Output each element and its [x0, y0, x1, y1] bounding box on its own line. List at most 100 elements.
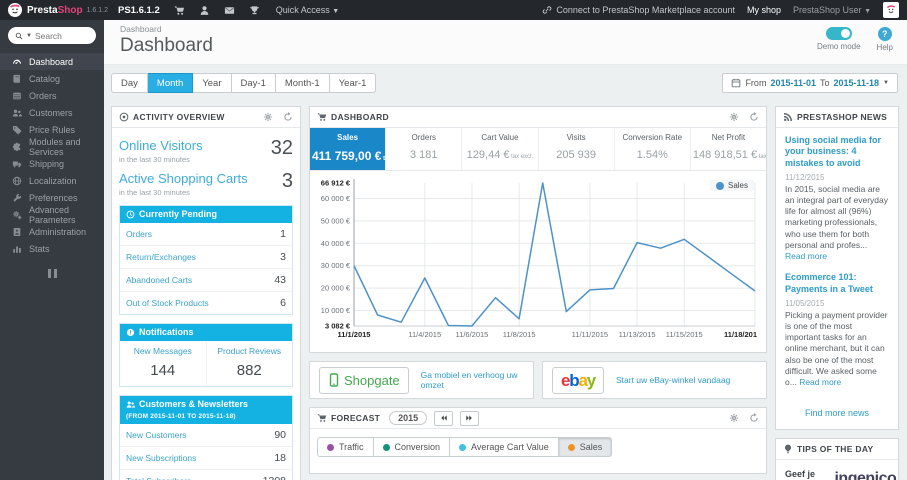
search-icon — [15, 32, 23, 40]
kpi-tab-sales[interactable]: Sales 411 759,00 € tax excl. — [310, 128, 387, 170]
forecast-toggle-sales[interactable]: Sales — [558, 437, 613, 457]
gear-icon[interactable] — [729, 112, 739, 122]
read-more-link[interactable]: Read more — [799, 377, 841, 387]
trophy-icon[interactable] — [249, 5, 260, 16]
active-carts-link[interactable]: Active Shopping Carts — [119, 171, 282, 186]
stat-link-new-customers[interactable]: New Customers — [126, 430, 186, 440]
main-content: Dashboard Dashboard Demo mode ? Help Day… — [104, 20, 907, 480]
ebay-link[interactable]: Start uw eBay-winkel vandaag — [616, 375, 730, 385]
sidebar-search[interactable]: ▼ — [8, 27, 96, 44]
sidebar-item-preferences[interactable]: Preferences — [0, 189, 104, 206]
kpi-value: 148 918,51 € tax excl. — [692, 149, 767, 161]
stat-link-total-subscribers[interactable]: Total Subscribers — [126, 476, 191, 480]
refresh-icon[interactable] — [283, 112, 293, 122]
forward-icon[interactable] — [460, 410, 480, 426]
quick-access-menu[interactable]: Quick Access ▼ — [276, 5, 339, 15]
cart-icon[interactable] — [174, 5, 185, 16]
envelope-icon[interactable] — [224, 5, 235, 16]
read-more-link[interactable]: Read more — [785, 251, 827, 261]
find-more-news-link[interactable]: Find more news — [776, 408, 898, 418]
stat-link-abandoned-carts[interactable]: Abandoned Carts — [126, 275, 192, 285]
sidebar-item-label: Advanced Parameters — [29, 204, 76, 225]
forecast-toggle-conversion[interactable]: Conversion — [373, 437, 451, 457]
sidebar-item-dashboard[interactable]: Dashboard — [0, 53, 104, 70]
forecast-toggle-average-cart-value[interactable]: Average Cart Value — [450, 437, 559, 457]
ebay-logo: ebay — [552, 366, 604, 394]
admin-badge-icon — [11, 227, 22, 237]
stat-link-new-subscriptions[interactable]: New Subscriptions — [126, 453, 196, 463]
search-input[interactable] — [34, 30, 85, 41]
sidebar-item-stats[interactable]: Stats — [0, 240, 104, 257]
kpi-tab-net-profit[interactable]: Net Profit 148 918,51 € tax excl. — [691, 128, 766, 170]
date-preset-year[interactable]: Year — [193, 73, 232, 93]
product-reviews-link[interactable]: Product Reviews — [209, 346, 291, 356]
prestashop-logo-icon — [8, 3, 22, 17]
user-menu[interactable]: PrestaShop User ▼ — [793, 5, 871, 15]
shopgate-link[interactable]: Ga mobiel en verhoog uw omzet — [421, 370, 524, 390]
clock-icon — [126, 210, 135, 219]
panel-title: FORECAST — [331, 413, 381, 423]
sidebar-item-price-rules[interactable]: Price Rules — [0, 121, 104, 138]
stat-value: 18 — [274, 452, 286, 464]
sidebar-item-modules-and-services[interactable]: Modules and Services — [0, 136, 104, 157]
sidebar-item-orders[interactable]: Orders — [0, 87, 104, 104]
svg-text:11/4/2015: 11/4/2015 — [408, 330, 441, 339]
gear-icon[interactable] — [263, 112, 273, 122]
my-shop-link[interactable]: My shop — [747, 5, 781, 15]
breadcrumb[interactable]: Dashboard — [120, 24, 891, 34]
date-preset-year-1[interactable]: Year-1 — [329, 73, 377, 93]
kpi-tab-visits[interactable]: Visits 205 939 — [539, 128, 615, 170]
sidebar-item-advanced-parameters[interactable]: Advanced Parameters — [0, 204, 104, 225]
marketplace-link[interactable]: Connect to PrestaShop Marketplace accoun… — [542, 5, 735, 15]
kpi-tab-conversion-rate[interactable]: Conversion Rate 1.54% — [615, 128, 691, 170]
active-carts-stat: Active Shopping Carts in the last 30 min… — [119, 170, 293, 197]
sidebar-item-localization[interactable]: Localization — [0, 172, 104, 189]
svg-text:20 000 €: 20 000 € — [321, 284, 351, 293]
sidebar-item-shipping[interactable]: Shipping — [0, 155, 104, 172]
customers-icon — [11, 108, 22, 118]
avatar[interactable] — [883, 2, 899, 18]
refresh-icon[interactable] — [749, 112, 759, 122]
demo-mode-toggle[interactable]: Demo mode — [817, 27, 861, 52]
news-article-title[interactable]: Ecommerce 101: Payments in a Tweet — [785, 272, 889, 295]
stat-link-return-exchanges[interactable]: Return/Exchanges — [126, 252, 196, 262]
kpi-tab-cart-value[interactable]: Cart Value 129,44 € tax excl. — [462, 128, 539, 170]
price-tag-icon — [11, 125, 22, 135]
kpi-tab-orders[interactable]: Orders 3 181 — [386, 128, 463, 170]
chevron-down-icon: ▼ — [332, 8, 340, 15]
sidebar-item-label: Localization — [29, 175, 77, 186]
help-button[interactable]: ? Help — [877, 27, 893, 52]
search-scope-caret-icon[interactable]: ▼ — [26, 33, 32, 39]
sidebar-item-customers[interactable]: Customers — [0, 104, 104, 121]
new-messages-link[interactable]: New Messages — [122, 346, 204, 356]
kpi-label: Sales — [337, 133, 359, 142]
sidebar-item-administration[interactable]: Administration — [0, 223, 104, 240]
stat-link-orders[interactable]: Orders — [126, 229, 152, 239]
rss-icon — [783, 112, 793, 122]
sidebar-collapse-toggle[interactable] — [0, 269, 104, 278]
backward-icon[interactable] — [434, 410, 454, 426]
topbar: PrestaShop 1.6.1.2 PS1.6.1.2 Quick Acces… — [0, 0, 907, 20]
online-visitors-link[interactable]: Online Visitors — [119, 138, 271, 153]
news-article-title[interactable]: Using social media for your business: 4 … — [785, 135, 889, 169]
date-preset-day[interactable]: Day — [111, 73, 148, 93]
sidebar-item-label: Price Rules — [29, 124, 76, 135]
forecast-toggle-traffic[interactable]: Traffic — [317, 437, 374, 457]
news-article-date: 11/05/2015 — [785, 298, 825, 308]
sidebar-item-label: Preferences — [29, 192, 78, 203]
sidebar-item-catalog[interactable]: Catalog — [0, 70, 104, 87]
sidebar-item-label: Modules and Services — [29, 136, 81, 157]
stat-link-out-of-stock-products[interactable]: Out of Stock Products — [126, 298, 209, 308]
refresh-icon[interactable] — [749, 413, 759, 423]
date-preset-month[interactable]: Month — [147, 73, 194, 93]
forecast-panel: FORECAST 2015 Traffic Conversion Average C… — [309, 407, 767, 474]
date-filter-row: Day Month Year Day-1 Month-1 Year-1 From 2015-… — [104, 65, 907, 99]
gear-icon[interactable] — [729, 413, 739, 423]
forecast-series-toggles: Traffic Conversion Average Cart Value Sales — [317, 437, 613, 457]
date-range-picker[interactable]: From 2015-11-01 To 2015-11-18 ▼ — [722, 73, 898, 93]
news-article-excerpt: In 2015, social media are an integral pa… — [785, 183, 889, 262]
person-icon[interactable] — [199, 5, 210, 16]
date-preset-month-1[interactable]: Month-1 — [275, 73, 330, 93]
stat-row-return-exchanges: Return/Exchanges 3 — [120, 245, 292, 268]
date-preset-day-1[interactable]: Day-1 — [231, 73, 276, 93]
